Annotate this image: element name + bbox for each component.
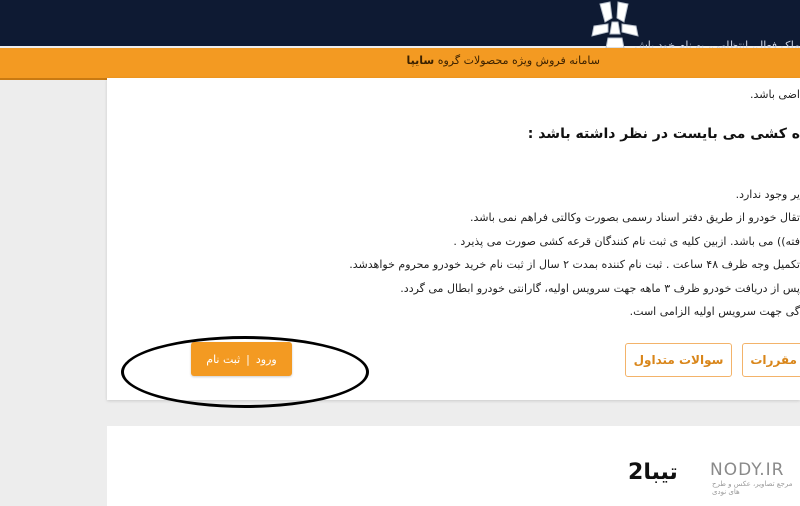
- rule-item: یر وجود ندارد.: [735, 188, 800, 201]
- watermark-subtext: مرجع تصاویر، عکس و طرح های نودی: [712, 480, 793, 496]
- site-tagline: سامانه فروش ویژه محصولات گروه سایپا: [407, 54, 600, 67]
- product-title: تیبا2: [628, 460, 678, 485]
- site-header-bar: سامانه فروش ویژه محصولات گروه سایپا: [0, 48, 800, 80]
- tagline-brand: سایپا: [406, 54, 435, 67]
- terms-heading: ه کشی می بایست در نظر داشته باشد :: [527, 126, 800, 142]
- rules-button[interactable]: مقررات: [742, 343, 800, 377]
- highlight-circle-annotation: [121, 336, 369, 408]
- product-card: [107, 426, 800, 506]
- faq-button[interactable]: سوالات متداول: [625, 343, 732, 377]
- rule-item: تکمیل وجه ظرف ۴۸ ساعت . ثبت نام کننده بم…: [349, 258, 800, 271]
- rule-item: فته)) می باشد. ازبین کلیه ی ثبت نام کنند…: [453, 235, 800, 248]
- rule-item: تقال خودرو از طریق دفتر اسناد رسمی بصورت…: [470, 211, 800, 224]
- terms-line-top: اضی باشد.: [750, 88, 800, 101]
- rule-item: پس از دریافت خودرو ظرف ۳ ماهه جهت سرویس …: [400, 282, 800, 295]
- top-header-bar: ملک فعال، انتظامی، به نام خود باش: [0, 0, 800, 52]
- watermark-logo: NODY.IR: [710, 460, 785, 480]
- rule-item: گی جهت سرویس اولیه الزامی است.: [629, 305, 800, 318]
- rules-button-label: مقررات: [750, 353, 797, 367]
- tagline-prefix: سامانه فروش ویژه محصولات گروه: [437, 54, 600, 67]
